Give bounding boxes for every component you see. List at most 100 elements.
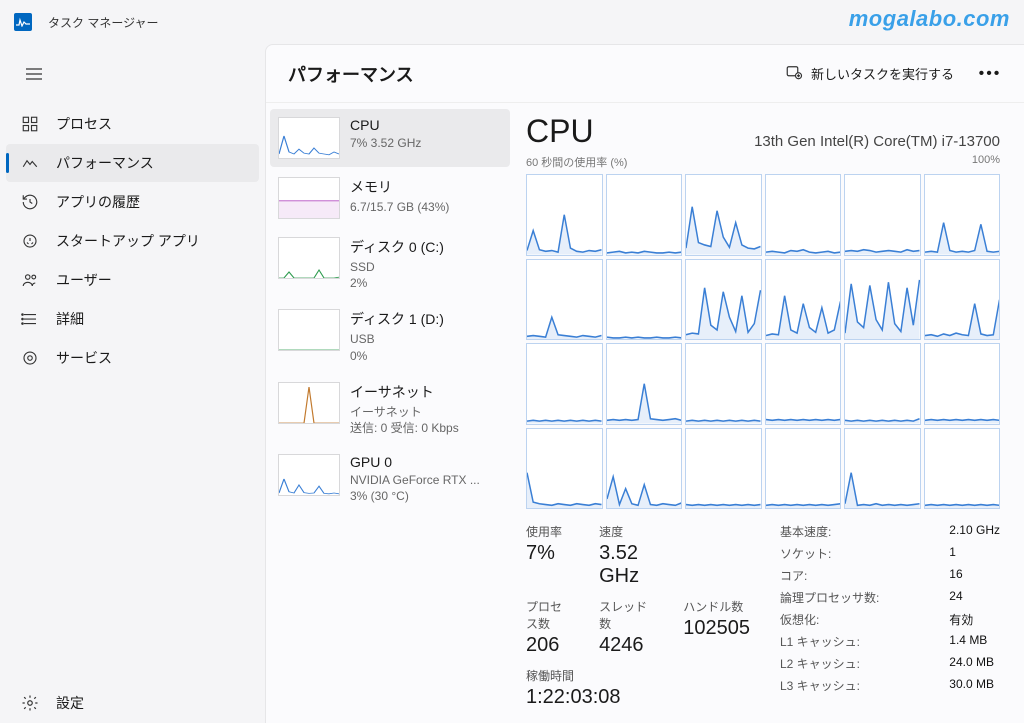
resource-thumb	[278, 454, 340, 496]
spec-key: 論理プロセッサ数:	[780, 589, 949, 606]
sidebar-item-users[interactable]: ユーザー	[6, 261, 259, 299]
cpu-model: 13th Gen Intel(R) Core(TM) i7-13700	[754, 133, 1000, 150]
sidebar-item-label: プロセス	[56, 114, 112, 134]
core-cell-7	[606, 259, 683, 341]
spec-val: 16	[949, 567, 1000, 584]
hamburger-button[interactable]	[14, 58, 54, 90]
resource-sub: イーサネット送信: 0 受信: 0 Kbps	[350, 404, 459, 436]
stats: 使用率 7% 速度3.52 GHz プロセス数206 スレッド数4246 ハンドル数 102…	[526, 523, 1000, 709]
spec-val: 1	[949, 545, 1000, 562]
stat-label: ハンドル数	[683, 598, 750, 615]
resource-thumb	[278, 309, 340, 351]
spec-key: ソケット:	[780, 545, 949, 562]
resource-name: GPU 0	[350, 454, 480, 470]
spec-key: L2 キャッシュ:	[780, 655, 949, 672]
resource-sub: USB0%	[350, 331, 444, 363]
core-cell-18	[526, 428, 603, 510]
gear-icon	[20, 693, 40, 713]
app-icon	[14, 13, 32, 31]
details-icon	[20, 309, 40, 329]
sidebar-item-history[interactable]: アプリの履歴	[6, 183, 259, 221]
core-cell-6	[526, 259, 603, 341]
resource-sub: 7% 3.52 GHz	[350, 135, 421, 151]
resource-thumb	[278, 237, 340, 279]
sidebar-item-label: 設定	[56, 693, 84, 713]
run-new-task-button[interactable]: 新しいタスクを実行する	[775, 59, 964, 88]
core-cell-15	[765, 343, 842, 425]
sidebar-item-label: アプリの履歴	[56, 192, 140, 212]
core-cell-5	[924, 174, 1001, 256]
sidebar-item-performance[interactable]: パフォーマンス	[6, 144, 259, 182]
spec-val: 1.4 MB	[949, 633, 1000, 650]
resource-item-cpu[interactable]: CPU 7% 3.52 GHz	[270, 109, 510, 167]
resource-item-disk0[interactable]: ディスク 0 (C:)SSD2%	[270, 229, 510, 299]
resource-name: イーサネット	[350, 382, 459, 402]
stat-label: 使用率	[526, 523, 567, 540]
core-cell-8	[685, 259, 762, 341]
resource-item-mem[interactable]: メモリ6.7/15.7 GB (43%)	[270, 169, 510, 227]
sidebar-item-settings[interactable]: 設定	[6, 684, 259, 722]
sidebar: プロセスパフォーマンスアプリの履歴スタートアップ アプリユーザー詳細サービス 設…	[0, 44, 265, 723]
sidebar-item-label: サービス	[56, 348, 112, 368]
stat-3: プロセス数206	[526, 598, 567, 657]
core-cell-22	[844, 428, 921, 510]
stat-label: プロセス数	[526, 598, 567, 632]
users-icon	[20, 270, 40, 290]
spec-val: 24	[949, 589, 1000, 606]
spec-key: 仮想化:	[780, 611, 949, 628]
resource-item-disk1[interactable]: ディスク 1 (D:)USB0%	[270, 301, 510, 371]
stat-0: 使用率 7%	[526, 523, 567, 588]
stat-4: スレッド数4246	[599, 598, 651, 657]
sidebar-item-label: パフォーマンス	[56, 153, 154, 173]
spec-key: 基本速度:	[780, 523, 949, 540]
spec-val: 有効	[949, 611, 1000, 628]
core-cell-2	[685, 174, 762, 256]
chart-label-right: 100%	[972, 154, 1000, 170]
core-cell-23	[924, 428, 1001, 510]
core-cell-17	[924, 343, 1001, 425]
stat-value: 1:22:03:08	[526, 686, 750, 709]
more-button[interactable]: •••	[972, 58, 1008, 90]
stat-value: 3.52 GHz	[599, 542, 651, 588]
resource-item-eth[interactable]: イーサネットイーサネット送信: 0 受信: 0 Kbps	[270, 374, 510, 444]
sidebar-item-services[interactable]: サービス	[6, 339, 259, 377]
app-title: タスク マネージャー	[48, 14, 159, 31]
spec-val: 2.10 GHz	[949, 523, 1000, 540]
stat-value: 7%	[526, 542, 567, 565]
core-cell-0	[526, 174, 603, 256]
core-cell-21	[765, 428, 842, 510]
spec-val: 24.0 MB	[949, 655, 1000, 672]
core-cell-20	[685, 428, 762, 510]
stat-label: スレッド数	[599, 598, 651, 632]
core-cell-19	[606, 428, 683, 510]
spec-val: 30.0 MB	[949, 677, 1000, 694]
stat-1: 速度3.52 GHz	[599, 523, 651, 588]
resource-name: ディスク 0 (C:)	[350, 237, 444, 257]
sidebar-item-processes[interactable]: プロセス	[6, 105, 259, 143]
sidebar-item-details[interactable]: 詳細	[6, 300, 259, 338]
sidebar-item-startup[interactable]: スタートアップ アプリ	[6, 222, 259, 260]
resource-thumb	[278, 382, 340, 424]
spec-key: コア:	[780, 567, 949, 584]
core-cell-3	[765, 174, 842, 256]
sidebar-item-label: 詳細	[56, 309, 84, 329]
page-header: パフォーマンス 新しいタスクを実行する •••	[266, 45, 1024, 103]
processes-icon	[20, 114, 40, 134]
resource-item-gpu[interactable]: GPU 0 NVIDIA GeForce RTX ...3% (30 °C)	[270, 446, 510, 512]
core-cell-12	[526, 343, 603, 425]
stat-value: 102505	[683, 617, 750, 640]
stat-6: 稼働時間 1:22:03:08	[526, 667, 750, 709]
stat-2	[683, 523, 750, 588]
detail-heading: CPU	[526, 113, 594, 150]
resource-sub: NVIDIA GeForce RTX ...3% (30 °C)	[350, 472, 480, 504]
startup-icon	[20, 231, 40, 251]
stat-label: 稼働時間	[526, 667, 750, 684]
core-cell-13	[606, 343, 683, 425]
page-title: パフォーマンス	[288, 61, 775, 87]
resource-name: ディスク 1 (D:)	[350, 309, 444, 329]
core-cell-10	[844, 259, 921, 341]
resource-sub: SSD2%	[350, 259, 444, 291]
services-icon	[20, 348, 40, 368]
resource-name: CPU	[350, 117, 421, 133]
core-chart-grid[interactable]	[526, 174, 1000, 509]
